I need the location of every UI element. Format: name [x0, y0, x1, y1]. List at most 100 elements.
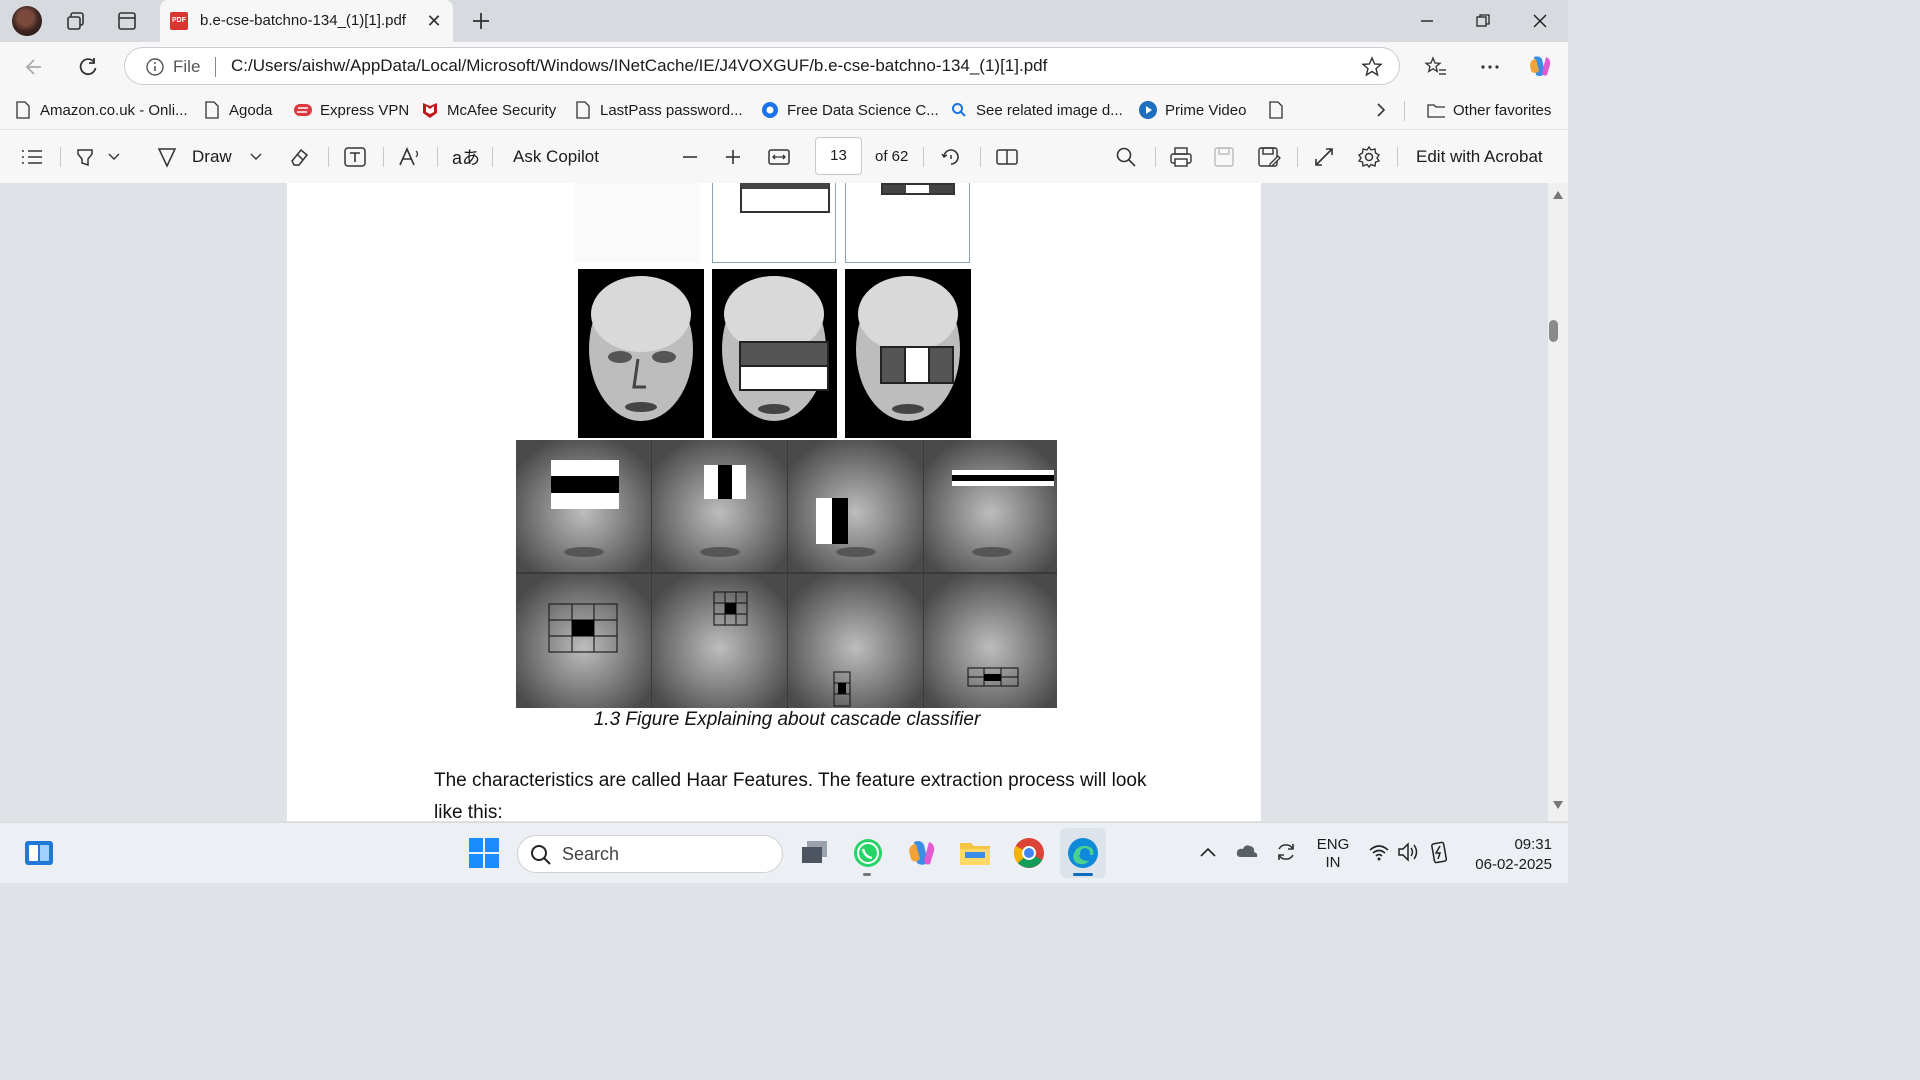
draw-pen-icon	[156, 146, 178, 168]
zoom-out-icon[interactable]	[681, 130, 699, 183]
fit-width-icon[interactable]	[767, 130, 791, 183]
show-hidden-icons-chevron-icon[interactable]	[1200, 847, 1216, 857]
battery-charging-icon[interactable]	[1427, 840, 1451, 864]
favorite-item-lastpass[interactable]: LastPass password...	[574, 92, 743, 128]
profile-avatar[interactable]	[12, 6, 42, 36]
expressvpn-icon	[294, 101, 312, 119]
favorites-list-icon[interactable]	[1422, 53, 1450, 81]
ask-copilot-button[interactable]: Ask Copilot	[513, 130, 599, 183]
haar-feature-pattern	[845, 183, 970, 263]
scroll-up-arrow-icon[interactable]	[1553, 191, 1563, 199]
favorite-label: Agoda	[229, 101, 273, 119]
onedrive-cloud-icon[interactable]	[1236, 843, 1258, 859]
workspaces-icon[interactable]	[62, 7, 90, 35]
add-text-icon[interactable]	[343, 130, 367, 183]
copilot-app-icon[interactable]	[906, 837, 938, 869]
language-code: ENG	[1316, 836, 1350, 853]
zoom-in-icon[interactable]	[724, 130, 742, 183]
chrome-icon[interactable]	[1013, 837, 1045, 869]
restore-icon[interactable]	[1469, 7, 1497, 35]
figure-caption: 1.3 Figure Explaining about cascade clas…	[593, 709, 981, 730]
translate-icon[interactable]: aあ	[452, 130, 480, 183]
face-with-haar-feature	[845, 269, 971, 438]
settings-gear-icon[interactable]	[1357, 130, 1381, 183]
start-windows-icon[interactable]	[469, 838, 499, 868]
highlight-button[interactable]	[74, 130, 120, 183]
toolbar-divider	[437, 147, 438, 167]
favorites-bar: Amazon.co.uk - Onli... Agoda Express VPN…	[0, 92, 1568, 130]
search-blue-icon	[950, 101, 968, 119]
favorites-overflow-chevron-icon[interactable]	[1374, 92, 1388, 128]
edit-with-acrobat-button[interactable]: Edit with Acrobat	[1416, 130, 1543, 183]
pdf-viewer[interactable]: 1.3 Figure Explaining about cascade clas…	[0, 183, 1548, 821]
save-as-icon[interactable]	[1257, 130, 1281, 183]
toolbar-divider	[328, 147, 329, 167]
taskbar-search[interactable]: Search	[517, 835, 783, 873]
whatsapp-icon[interactable]	[852, 837, 884, 869]
scroll-down-arrow-icon[interactable]	[1553, 801, 1563, 809]
face-feature-cell	[924, 440, 1057, 572]
favorite-item-prime-video[interactable]: Prime Video	[1139, 92, 1246, 128]
toolbar-divider	[1155, 147, 1156, 167]
close-window-icon[interactable]	[1526, 7, 1554, 35]
search-icon	[530, 844, 552, 866]
address-bar[interactable]: File C:/Users/aishw/AppData/Local/Micros…	[124, 47, 1400, 85]
print-icon[interactable]	[1169, 130, 1193, 183]
clock[interactable]: 09:31 06-02-2025	[1460, 835, 1552, 875]
wifi-icon[interactable]	[1368, 843, 1390, 861]
page-icon	[203, 101, 221, 119]
save-icon[interactable]	[1213, 130, 1235, 183]
new-tab-icon[interactable]	[467, 7, 495, 35]
favorite-label: Prime Video	[1165, 101, 1247, 119]
read-aloud-icon[interactable]	[398, 130, 422, 183]
favorite-item-agoda[interactable]: Agoda	[203, 92, 272, 128]
favorite-item-expressvpn[interactable]: Express VPN	[294, 92, 409, 128]
toolbar-divider	[980, 147, 981, 167]
running-indicator	[863, 873, 871, 876]
page-number-input[interactable]: 13	[815, 137, 862, 175]
back-icon[interactable]	[20, 53, 48, 81]
refresh-icon[interactable]	[74, 53, 102, 81]
tab-actions-icon[interactable]	[113, 7, 141, 35]
favorite-item-related-image[interactable]: See related image d...	[950, 92, 1123, 128]
favorite-star-icon[interactable]	[1361, 56, 1383, 78]
find-search-icon[interactable]	[1115, 130, 1137, 183]
scrollbar-thumb[interactable]	[1549, 320, 1558, 342]
url-scheme-label: File	[173, 57, 201, 76]
chevron-down-icon[interactable]	[108, 153, 120, 161]
face-feature-cell	[652, 574, 787, 708]
other-favorites-label: Other favorites	[1453, 101, 1552, 119]
edge-icon[interactable]	[1067, 837, 1099, 869]
other-favorites[interactable]: Other favorites	[1427, 92, 1551, 128]
input-language-indicator[interactable]: ENG IN	[1316, 836, 1350, 872]
chevron-down-icon[interactable]	[250, 153, 262, 161]
widgets-icon[interactable]	[24, 839, 54, 867]
active-tab[interactable]: PDF b.e-cse-batchno-134_(1)[1].pdf ✕	[160, 0, 453, 42]
draw-button[interactable]: Draw	[156, 130, 262, 183]
file-explorer-icon[interactable]	[959, 839, 991, 867]
favorite-item-untitled[interactable]	[1267, 92, 1293, 128]
info-icon[interactable]	[145, 57, 165, 77]
fullscreen-icon[interactable]	[1313, 130, 1335, 183]
eraser-icon[interactable]	[288, 130, 310, 183]
contents-list-icon[interactable]	[20, 130, 44, 183]
url-divider	[215, 57, 216, 77]
copilot-icon[interactable]	[1526, 52, 1554, 80]
tab-close-icon[interactable]: ✕	[424, 11, 444, 31]
volume-icon[interactable]	[1397, 842, 1421, 862]
face-feature-cell	[516, 574, 651, 708]
favorite-item-datascience[interactable]: Free Data Science C...	[761, 92, 939, 128]
task-view-icon[interactable]	[800, 839, 830, 867]
page-icon	[14, 101, 32, 119]
url-text[interactable]: C:/Users/aishw/AppData/Local/Microsoft/W…	[231, 56, 1047, 76]
play-icon	[1139, 101, 1157, 119]
vertical-scrollbar[interactable]	[1548, 183, 1568, 821]
page-view-icon[interactable]	[995, 130, 1019, 183]
favorite-item-mcafee[interactable]: McAfee Security	[421, 92, 556, 128]
rotate-icon[interactable]	[940, 130, 962, 183]
favorite-item-amazon[interactable]: Amazon.co.uk - Onli...	[14, 92, 188, 128]
more-options-icon[interactable]	[1476, 53, 1504, 81]
minimize-icon[interactable]	[1413, 7, 1441, 35]
page-icon	[574, 101, 592, 119]
sync-icon[interactable]	[1275, 841, 1297, 863]
